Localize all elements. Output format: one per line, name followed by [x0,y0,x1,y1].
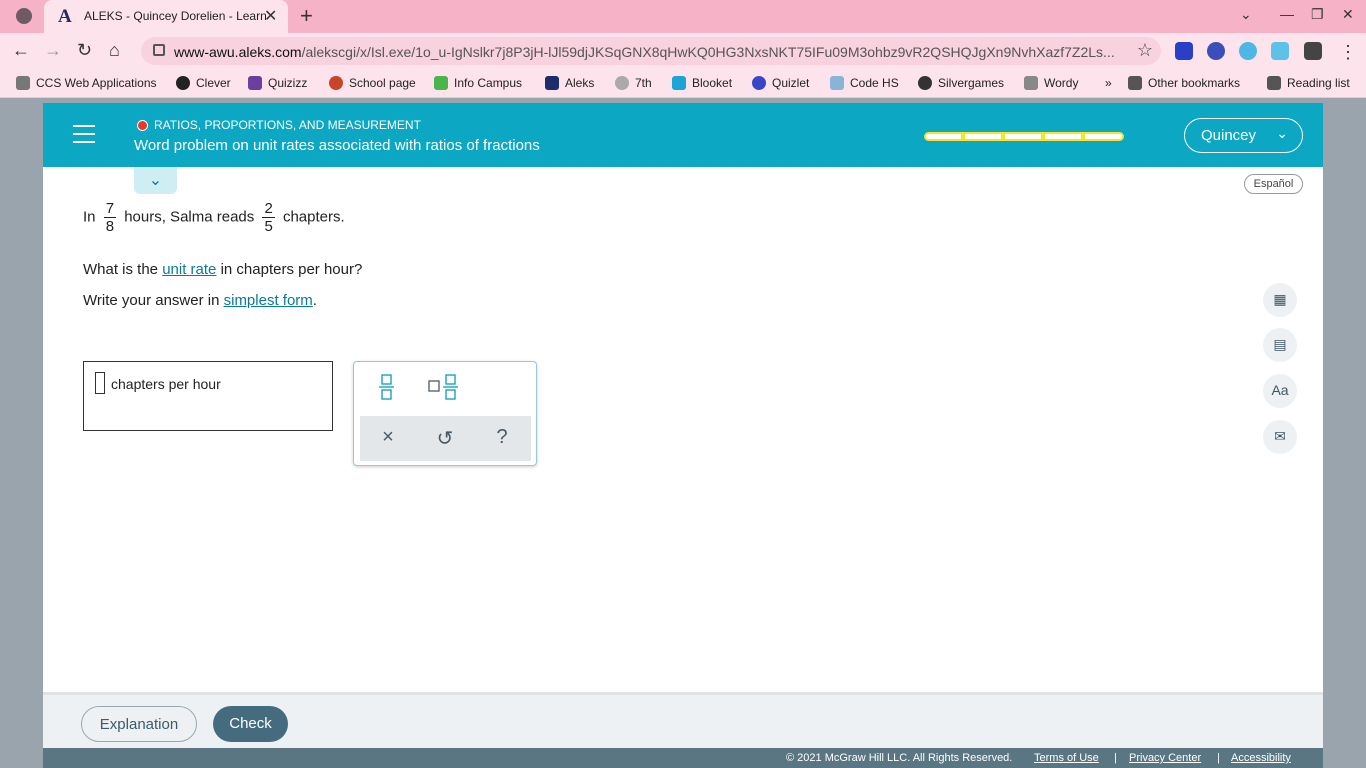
close-window-icon[interactable]: ✕ [1342,6,1354,23]
topic-status-dot [137,120,148,131]
calculator-icon[interactable]: ▦ [1263,283,1297,317]
more-bookmarks-icon[interactable]: » [1105,76,1112,90]
bookmark-clever[interactable]: Clever [176,76,231,90]
dictionary-icon[interactable]: Aa [1263,374,1297,408]
back-icon[interactable]: ← [12,40,30,61]
forward-icon[interactable]: → [44,40,62,61]
simplest-form-link[interactable]: simplest form [224,292,313,309]
copyright: © 2021 McGraw Hill LLC. All Rights Reser… [786,752,1013,764]
home-icon[interactable]: ⌂ [109,40,120,61]
address-bar[interactable]: www-awu.aleks.com/alekscgi/x/Isl.exe/1o_… [141,37,1161,65]
bookmark-silvergames[interactable]: Silvergames [918,76,1004,90]
check-button[interactable]: Check [213,706,288,742]
extension-k-icon[interactable] [1207,42,1225,60]
fraction-icon[interactable] [374,372,400,402]
reload-icon[interactable]: ↻ [77,40,92,61]
bookmarks-bar: CCS Web Applications Clever Quizizz Scho… [0,70,1366,98]
other-bookmarks[interactable]: Other bookmarks [1128,76,1240,90]
user-menu-button[interactable]: Quincey ⌄ [1184,118,1303,153]
bookmark-ccs[interactable]: CCS Web Applications [16,76,157,90]
separator: | [1217,752,1220,764]
fraction-chapters: 25 [262,200,275,235]
answer-unit: chapters per hour [111,376,221,392]
reading-list[interactable]: Reading list [1267,76,1350,90]
aleks-logo-icon: A [58,6,72,27]
terms-link[interactable]: Terms of Use [1034,752,1099,764]
footer-bar: Explanation Check [43,692,1323,748]
page-title: Word problem on unit rates associated wi… [134,137,540,154]
unit-rate-link[interactable]: unit rate [162,261,216,278]
mixed-number-icon[interactable] [427,372,461,402]
menu-icon[interactable] [73,125,95,149]
keypad-controls: × ↺ ? [360,416,531,461]
bookmark-quizlet[interactable]: Quizlet [752,76,809,90]
mail-icon[interactable]: ✉ [1263,420,1297,454]
extensions-puzzle-icon[interactable] [1304,42,1322,60]
input-slot[interactable] [95,372,105,394]
bookmark-school-page[interactable]: School page [329,76,416,90]
language-button[interactable]: Español [1244,174,1303,194]
separator: | [1114,752,1117,764]
question-line-1: In 78 hours, Salma reads 25 chapters. [83,200,345,235]
browser-menu-icon[interactable]: ⋮ [1339,42,1357,63]
clear-icon[interactable]: × [368,426,408,449]
legal-bar: © 2021 McGraw Hill LLC. All Rights Reser… [43,748,1323,768]
bookmark-code-hs[interactable]: Code HS [830,76,899,90]
bookmark-aleks[interactable]: Aleks [545,76,594,90]
privacy-link[interactable]: Privacy Center [1129,752,1201,764]
browser-toolbar: ← → ↻ ⌂ www-awu.aleks.com/alekscgi/x/Isl… [0,33,1366,70]
bookmark-quizizz[interactable]: Quizizz [248,76,307,90]
accessibility-link[interactable]: Accessibility [1231,752,1291,764]
explanation-button[interactable]: Explanation [81,706,197,742]
previous-tab-icon[interactable] [16,8,32,24]
url-text[interactable]: www-awu.aleks.com/alekscgi/x/Isl.exe/1o_… [174,44,1124,60]
bookmark-wordy[interactable]: Wordy [1024,76,1078,90]
extension-swirl-icon[interactable] [1239,42,1257,60]
fraction-hours: 78 [103,200,117,235]
chevron-down-icon: ⌄ [1276,125,1288,141]
user-name: Quincey [1201,127,1257,144]
extension-c-icon[interactable] [1175,42,1193,60]
undo-icon[interactable]: ↺ [425,426,465,451]
progress-bar [924,132,1124,141]
question-line-3: Write your answer in simplest form. [83,292,317,309]
active-tab[interactable]: A ALEKS - Quincey Dorelien - Learn ✕ [44,0,288,33]
lock-icon[interactable] [153,44,165,56]
answer-input[interactable]: chapters per hour [83,361,333,431]
new-tab-icon[interactable]: + [300,3,313,29]
aleks-app: RATIOS, PROPORTIONS, AND MEASUREMENT Wor… [43,103,1323,768]
topic-label: RATIOS, PROPORTIONS, AND MEASUREMENT [154,118,421,132]
bookmark-info-campus[interactable]: Info Campus [434,76,522,90]
restore-icon[interactable]: ❐ [1311,6,1324,23]
help-icon[interactable]: ? [482,426,522,449]
aleks-header: RATIOS, PROPORTIONS, AND MEASUREMENT Wor… [43,103,1323,167]
bookmark-7th[interactable]: 7th [615,76,652,90]
collapse-header-icon[interactable]: ⌄ [134,167,177,194]
tab-search-icon[interactable]: ⌄ [1240,6,1252,23]
textbook-icon[interactable]: ▤ [1263,328,1297,362]
math-keypad: × ↺ ? [353,361,537,466]
bookmark-blooket[interactable]: Blooket [672,76,732,90]
question-line-2: What is the unit rate in chapters per ho… [83,261,363,278]
minimize-icon[interactable]: — [1280,6,1294,22]
close-tab-icon[interactable]: ✕ [264,6,277,26]
extension-speaker-icon[interactable] [1271,42,1289,60]
browser-tab-bar: A ALEKS - Quincey Dorelien - Learn ✕ + ⌄… [0,0,1366,33]
tab-title: ALEKS - Quincey Dorelien - Learn [84,9,267,23]
bookmark-star-icon[interactable]: ☆ [1137,40,1153,61]
